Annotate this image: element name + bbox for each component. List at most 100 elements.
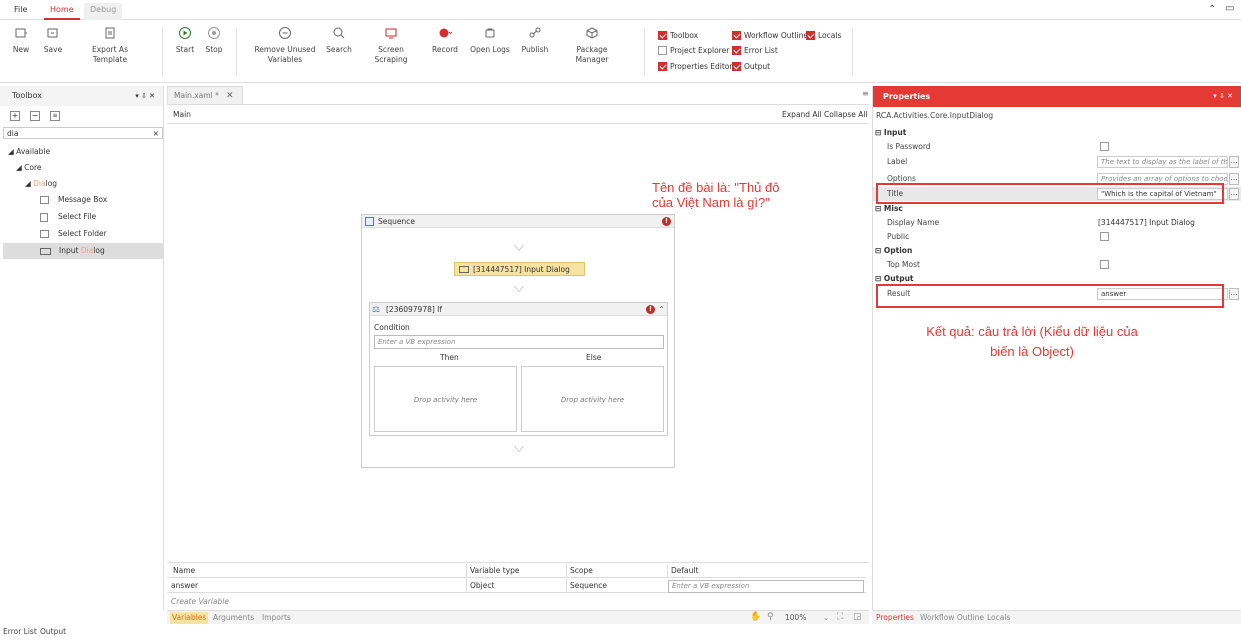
drop-arrow-icon[interactable] bbox=[514, 286, 524, 292]
checkbox-unchecked[interactable] bbox=[658, 46, 667, 55]
then-drop-zone[interactable]: Drop activity here bbox=[374, 366, 517, 432]
options-ellipsis-button[interactable]: … bbox=[1229, 173, 1239, 185]
window-icon[interactable]: ▭ bbox=[1225, 3, 1234, 14]
error-icon[interactable]: ! bbox=[646, 305, 655, 314]
variable-type[interactable]: Object bbox=[466, 579, 494, 593]
remove-unused-variables-button[interactable]: Remove Unused Variables bbox=[250, 26, 320, 65]
toolbox-pane-controls[interactable]: ▾ ⇩ ✕ bbox=[135, 86, 155, 106]
tab-variables[interactable]: Variables bbox=[170, 612, 209, 624]
tree-item-select-file[interactable]: Select File bbox=[40, 212, 96, 222]
toggle-project-explorer[interactable]: Project Explorer bbox=[658, 45, 729, 56]
tab-imports[interactable]: Imports bbox=[262, 612, 291, 624]
group-input[interactable]: ⊟ Input bbox=[875, 127, 906, 139]
else-drop-zone[interactable]: Drop activity here bbox=[521, 366, 664, 432]
tree-available[interactable]: ◢ Available bbox=[8, 147, 50, 157]
overview-icon[interactable]: ◲ bbox=[853, 611, 862, 623]
expand-all-link[interactable]: Expand All bbox=[782, 110, 822, 119]
publish-button[interactable]: Publish bbox=[520, 26, 550, 55]
error-icon[interactable]: ! bbox=[662, 217, 671, 226]
close-tab-icon[interactable]: ✕ bbox=[226, 87, 234, 105]
save-button[interactable]: Save bbox=[42, 26, 64, 55]
tree-item-select-folder[interactable]: Select Folder bbox=[40, 229, 107, 239]
col-default: Default bbox=[667, 564, 698, 578]
menu-home[interactable]: Home bbox=[44, 3, 80, 20]
result-ellipsis-button[interactable]: … bbox=[1229, 288, 1239, 300]
menu-debug[interactable]: Debug bbox=[84, 3, 123, 20]
is-password-checkbox[interactable] bbox=[1100, 142, 1109, 151]
checkbox-checked[interactable] bbox=[658, 31, 667, 40]
title-ellipsis-button[interactable]: … bbox=[1229, 188, 1239, 200]
variable-name[interactable]: answer bbox=[168, 579, 198, 593]
toggle-properties-editor[interactable]: Properties Editor bbox=[658, 61, 732, 72]
if-activity[interactable]: ⚖ [236097978] If ! ⌃ Condition Enter a V… bbox=[369, 302, 668, 436]
create-variable[interactable]: Create Variable bbox=[168, 595, 229, 609]
display-name-value[interactable]: [314447517] Input Dialog bbox=[1098, 216, 1195, 230]
record-button[interactable]: Record bbox=[430, 26, 460, 55]
collapse-all-link[interactable]: Collapse All bbox=[824, 110, 868, 119]
zoom-level[interactable]: 100% bbox=[785, 612, 806, 624]
expand-all-icon[interactable]: + bbox=[10, 111, 20, 121]
tree-item-message-box[interactable]: Message Box bbox=[40, 195, 107, 205]
top-most-checkbox[interactable] bbox=[1100, 260, 1109, 269]
tab-menu-icon[interactable]: ≡ bbox=[862, 89, 869, 98]
open-logs-button[interactable]: Open Logs bbox=[470, 26, 510, 55]
label-input[interactable]: The text to display as the label of the bbox=[1097, 156, 1228, 168]
search-button[interactable]: Search bbox=[325, 26, 353, 55]
tab-main-xaml[interactable]: Main.xaml * ✕ bbox=[167, 86, 243, 104]
search-icon bbox=[333, 27, 345, 39]
drop-arrow-icon[interactable] bbox=[514, 245, 524, 251]
export-template-button[interactable]: Export As Template bbox=[74, 26, 146, 65]
collapse-all-icon[interactable]: − bbox=[30, 111, 40, 121]
collapse-ribbon-icon[interactable]: ⌃ bbox=[1208, 4, 1216, 15]
label-ellipsis-button[interactable]: … bbox=[1229, 156, 1239, 168]
group-misc[interactable]: ⊟ Misc bbox=[875, 203, 903, 215]
condition-input[interactable]: Enter a VB expression bbox=[374, 335, 664, 349]
tab-output[interactable]: Output bbox=[40, 626, 66, 638]
screen-scraping-button[interactable]: Screen Scraping bbox=[362, 26, 420, 65]
table-row[interactable]: answer Object Sequence Enter a VB expres… bbox=[167, 579, 866, 593]
toggle-locals[interactable]: Locals bbox=[806, 30, 841, 41]
zoom-dropdown-icon[interactable]: ⌄ bbox=[823, 612, 829, 624]
tab-arguments[interactable]: Arguments bbox=[213, 612, 254, 624]
collapse-chevron-icon[interactable]: ⌃ bbox=[658, 303, 665, 316]
tab-error-list[interactable]: Error List bbox=[3, 626, 37, 638]
tree-dialog[interactable]: ◢ Dialog bbox=[25, 179, 57, 189]
variable-scope[interactable]: Sequence bbox=[566, 579, 607, 593]
checkbox-checked[interactable] bbox=[806, 31, 815, 40]
start-button[interactable]: Start bbox=[174, 26, 196, 55]
stop-button[interactable]: Stop bbox=[203, 26, 225, 55]
pan-hand-icon[interactable]: ✋ bbox=[750, 611, 761, 623]
toggle-error-list[interactable]: Error List bbox=[732, 45, 778, 56]
sequence-activity[interactable]: Sequence ! [314447517] Input Dialog ⚖ [2… bbox=[361, 214, 675, 468]
input-dialog-activity[interactable]: [314447517] Input Dialog bbox=[454, 262, 585, 276]
toggle-workflow-outline[interactable]: Workflow Outline bbox=[732, 30, 808, 41]
group-option[interactable]: ⊟ Option bbox=[875, 245, 912, 257]
tab-locals[interactable]: Locals bbox=[987, 612, 1010, 624]
toggle-toolbox[interactable]: Toolbox bbox=[658, 30, 698, 41]
tree-core[interactable]: ◢ Core bbox=[16, 163, 42, 173]
menu-file[interactable]: File bbox=[8, 3, 33, 20]
properties-pane-controls[interactable]: ▾ ⇩ ✕ bbox=[1213, 86, 1233, 107]
fit-screen-icon[interactable]: ⛶ bbox=[837, 611, 843, 623]
checkbox-checked[interactable] bbox=[732, 46, 741, 55]
tree-item-input-dialog[interactable]: Input Dialog bbox=[3, 243, 163, 259]
checkbox-checked[interactable] bbox=[732, 62, 741, 71]
properties-bottom-tabs: Properties Workflow Outline Locals bbox=[872, 610, 1241, 624]
toolbox-search-input[interactable]: dia × bbox=[3, 127, 163, 139]
checkbox-checked[interactable] bbox=[658, 62, 667, 71]
menu-bar: File Home Debug ⌃ ▭ bbox=[0, 0, 1241, 20]
package-manager-button[interactable]: Package Manager bbox=[560, 26, 624, 65]
tab-properties[interactable]: Properties bbox=[876, 612, 914, 624]
breadcrumb[interactable]: Main bbox=[173, 110, 191, 119]
list-view-icon[interactable]: ≡ bbox=[50, 111, 60, 121]
prop-row-top-most: Top Most bbox=[873, 258, 1241, 272]
variable-default-input[interactable]: Enter a VB expression bbox=[668, 580, 864, 593]
new-button[interactable]: New bbox=[10, 26, 32, 55]
drop-arrow-icon[interactable] bbox=[514, 446, 524, 452]
checkbox-checked[interactable] bbox=[732, 31, 741, 40]
toggle-output[interactable]: Output bbox=[732, 61, 770, 72]
tab-workflow-outline[interactable]: Workflow Outline bbox=[920, 612, 984, 624]
clear-search-icon[interactable]: × bbox=[153, 128, 159, 139]
public-checkbox[interactable] bbox=[1100, 232, 1109, 241]
zoom-icon[interactable]: ⚲ bbox=[767, 611, 774, 623]
